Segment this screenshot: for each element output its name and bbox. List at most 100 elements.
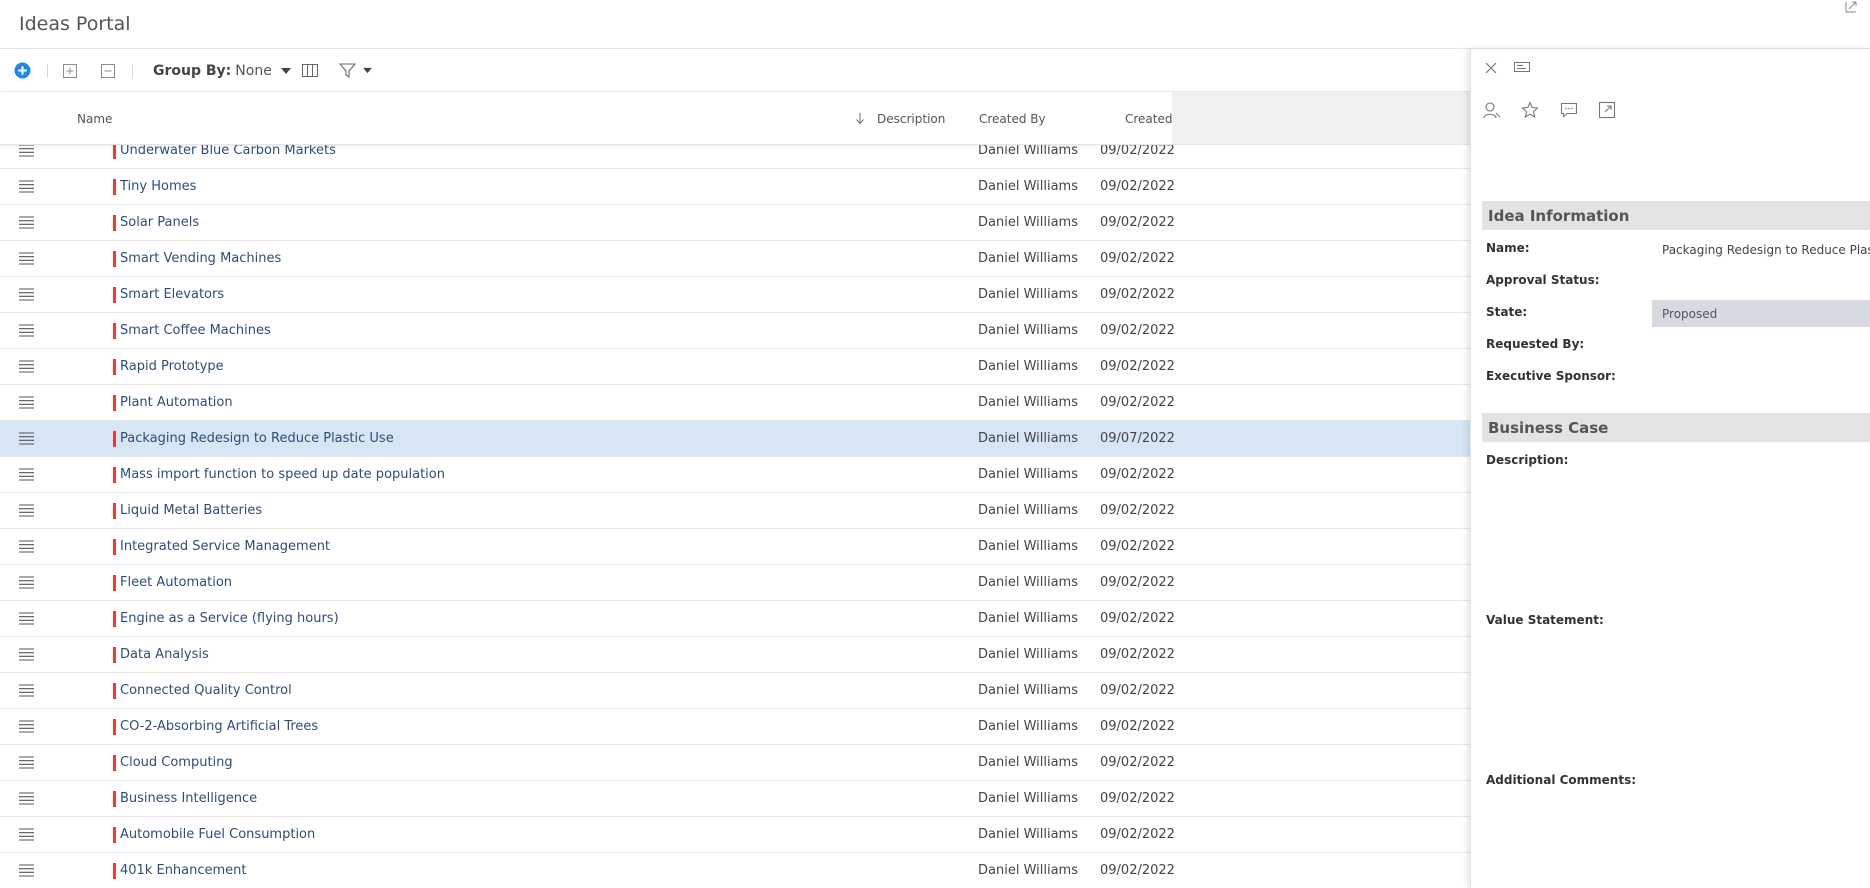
card-view-icon[interactable] — [1514, 61, 1530, 73]
table-row[interactable]: Smart Coffee Machines Daniel Williams 09/0… — [0, 313, 1470, 349]
created-by-cell: Daniel Williams — [978, 431, 1078, 446]
column-header-created[interactable]: Created — [1125, 112, 1173, 126]
table-row[interactable]: Plant Automation Daniel Williams 09/02/202… — [0, 385, 1470, 421]
star-icon[interactable] — [1521, 101, 1539, 119]
table-row[interactable]: Solar Panels Daniel Williams 09/02/2022 — [0, 205, 1470, 241]
description-label: Description: — [1486, 453, 1569, 467]
idea-name-link[interactable]: Integrated Service Management — [120, 539, 330, 554]
user-icon[interactable] — [1483, 101, 1501, 119]
section-title: Business Case — [1488, 419, 1609, 437]
table-row[interactable]: Automobile Fuel Consumption Daniel Willia… — [0, 817, 1470, 853]
table-row[interactable]: Packaging Redesign to Reduce Plastic Use… — [0, 421, 1470, 457]
table-row[interactable]: Rapid Prototype Daniel Williams 09/02/2022 — [0, 349, 1470, 385]
idea-name-link[interactable]: Cloud Computing — [120, 755, 233, 770]
idea-name-link[interactable]: Connected Quality Control — [120, 683, 292, 698]
idea-name-link[interactable]: CO-2-Absorbing Artificial Trees — [120, 719, 318, 734]
drag-handle-icon[interactable] — [19, 504, 34, 517]
created-date-cell: 09/07/2022 — [1100, 431, 1175, 446]
drag-handle-icon[interactable] — [19, 468, 34, 481]
column-header-created-by[interactable]: Created By — [979, 112, 1046, 126]
idea-name-link[interactable]: Smart Vending Machines — [120, 251, 281, 266]
add-button[interactable] — [14, 50, 31, 91]
grid-header-empty-area — [1172, 91, 1470, 145]
idea-name-link[interactable]: Automobile Fuel Consumption — [120, 827, 315, 842]
idea-name-link[interactable]: Data Analysis — [120, 647, 209, 662]
idea-name-link[interactable]: Rapid Prototype — [120, 359, 224, 374]
created-date-cell: 09/02/2022 — [1100, 503, 1175, 518]
drag-handle-icon[interactable] — [19, 252, 34, 265]
table-row[interactable]: Liquid Metal Batteries Daniel Williams 09/… — [0, 493, 1470, 529]
table-row[interactable]: Engine as a Service (flying hours) Daniel… — [0, 601, 1470, 637]
toolbar-divider — [47, 64, 48, 78]
columns-icon — [302, 64, 318, 77]
table-row[interactable]: Integrated Service Management Daniel Will… — [0, 529, 1470, 565]
created-by-cell: Daniel Williams — [978, 359, 1078, 374]
drag-handle-icon[interactable] — [19, 684, 34, 697]
idea-name-link[interactable]: Plant Automation — [120, 395, 233, 410]
group-by-dropdown[interactable]: Group By: None — [153, 50, 292, 91]
drag-handle-icon[interactable] — [19, 828, 34, 841]
created-by-cell: Daniel Williams — [978, 611, 1078, 626]
idea-name-link[interactable]: Business Intelligence — [120, 791, 257, 806]
grid-header: Name Description Created By Created — [0, 91, 1173, 145]
value-statement-label: Value Statement: — [1486, 613, 1604, 627]
drag-handle-icon[interactable] — [19, 648, 34, 661]
drag-handle-icon[interactable] — [19, 216, 34, 229]
expand-all-button[interactable] — [63, 50, 77, 91]
idea-name-link[interactable]: Smart Coffee Machines — [120, 323, 271, 338]
created-date-cell: 09/02/2022 — [1100, 359, 1175, 374]
idea-name-link[interactable]: Mass import function to speed up date po… — [120, 467, 445, 482]
idea-name-link[interactable]: Tiny Homes — [120, 179, 196, 194]
idea-name-link[interactable]: Underwater Blue Carbon Markets — [120, 145, 336, 158]
idea-name-link[interactable]: Engine as a Service (flying hours) — [120, 611, 339, 626]
idea-name-link[interactable]: Fleet Automation — [120, 575, 232, 590]
collapse-all-button[interactable] — [101, 50, 115, 91]
drag-handle-icon[interactable] — [19, 360, 34, 373]
sort-descending-icon[interactable] — [855, 112, 865, 125]
idea-name-link[interactable]: 401k Enhancement — [120, 863, 247, 878]
drag-handle-icon[interactable] — [19, 540, 34, 553]
idea-name-link[interactable]: Liquid Metal Batteries — [120, 503, 262, 518]
priority-flag — [113, 179, 116, 195]
drag-handle-icon[interactable] — [19, 324, 34, 337]
idea-name-link[interactable]: Solar Panels — [120, 215, 199, 230]
table-row[interactable]: Fleet Automation Daniel Williams 09/02/202… — [0, 565, 1470, 601]
drag-handle-icon[interactable] — [19, 792, 34, 805]
table-row[interactable]: Data Analysis Daniel Williams 09/02/2022 — [0, 637, 1470, 673]
state-field[interactable]: Proposed — [1652, 300, 1870, 327]
drag-handle-icon[interactable] — [19, 612, 34, 625]
column-header-description[interactable]: Description — [877, 112, 945, 126]
drag-handle-icon[interactable] — [19, 432, 34, 445]
drag-handle-icon[interactable] — [19, 396, 34, 409]
additional-comments-label: Additional Comments: — [1486, 773, 1637, 787]
table-row[interactable]: Smart Elevators Daniel Williams 09/02/2022 — [0, 277, 1470, 313]
column-header-name[interactable]: Name — [77, 112, 112, 126]
table-row[interactable]: Business Intelligence Daniel Williams 09/0… — [0, 781, 1470, 817]
idea-name-link[interactable]: Smart Elevators — [120, 287, 224, 302]
priority-flag — [113, 145, 116, 159]
table-row[interactable]: Connected Quality Control Daniel Williams… — [0, 673, 1470, 709]
table-row[interactable]: Tiny Homes Daniel Williams 09/02/2022 — [0, 169, 1470, 205]
expand-icon[interactable] — [1844, 0, 1858, 14]
drag-handle-icon[interactable] — [19, 864, 34, 877]
table-row[interactable]: Smart Vending Machines Daniel Williams 09/… — [0, 241, 1470, 277]
drag-handle-icon[interactable] — [19, 288, 34, 301]
table-row[interactable]: Underwater Blue Carbon Markets Daniel Wil… — [0, 145, 1470, 169]
table-row[interactable]: CO-2-Absorbing Artificial Trees Daniel Wi… — [0, 709, 1470, 745]
filter-button[interactable] — [339, 50, 373, 91]
drag-handle-icon[interactable] — [19, 180, 34, 193]
created-date-cell: 09/02/2022 — [1100, 791, 1175, 806]
columns-button[interactable] — [302, 50, 318, 91]
drag-handle-icon[interactable] — [19, 576, 34, 589]
close-icon[interactable] — [1484, 61, 1498, 75]
drag-handle-icon[interactable] — [19, 720, 34, 733]
drag-handle-icon[interactable] — [19, 145, 34, 157]
idea-name-link[interactable]: Packaging Redesign to Reduce Plastic Use — [120, 431, 394, 446]
table-row[interactable]: Cloud Computing Daniel Williams 09/02/2022 — [0, 745, 1470, 781]
table-row[interactable]: 401k Enhancement Daniel Williams 09/02/202… — [0, 853, 1470, 888]
open-in-new-window-icon[interactable] — [1598, 101, 1616, 119]
name-value[interactable]: Packaging Redesign to Reduce Plastic Us — [1662, 243, 1870, 257]
table-row[interactable]: Mass import function to speed up date po… — [0, 457, 1470, 493]
comment-icon[interactable] — [1560, 101, 1578, 119]
drag-handle-icon[interactable] — [19, 756, 34, 769]
